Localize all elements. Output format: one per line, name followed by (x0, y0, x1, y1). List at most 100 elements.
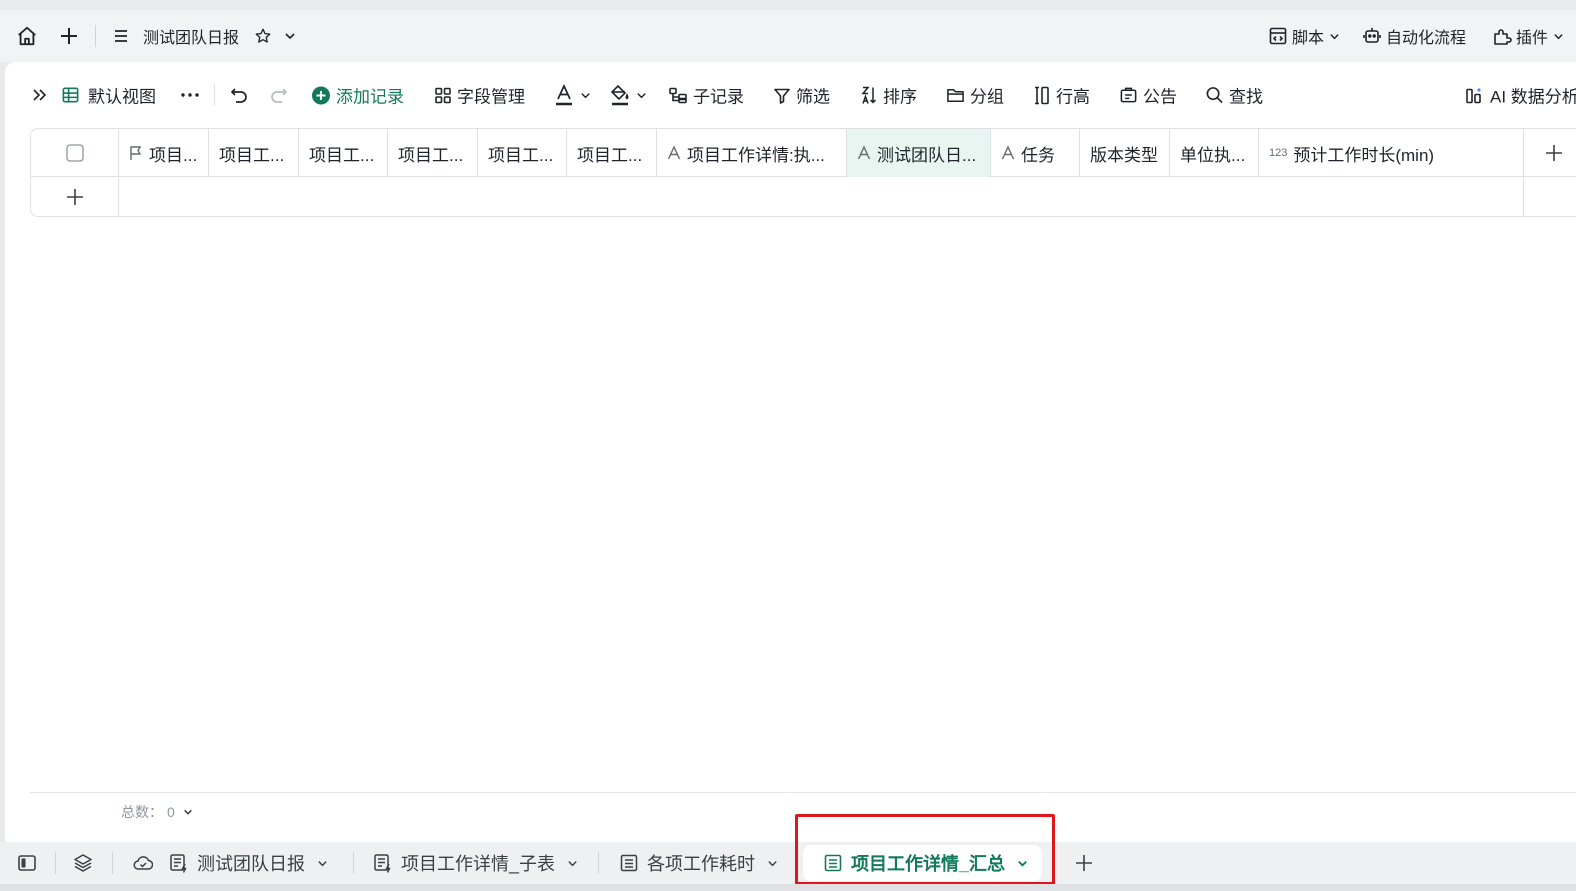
sheet-icon (619, 853, 639, 873)
top-bar: 测试团队日报 脚本 自动化流程 插件 (0, 10, 1576, 62)
column-label: 项目工... (488, 145, 554, 165)
chevron-down-icon (767, 858, 778, 869)
notice-label: 公告 (1143, 87, 1177, 107)
column-label: 项目工... (577, 145, 643, 165)
menu-icon[interactable] (109, 22, 133, 50)
checkbox-icon (65, 144, 84, 162)
chevron-down-icon (1553, 31, 1564, 42)
text-color-button[interactable] (554, 84, 591, 106)
search-icon (1205, 86, 1224, 105)
add-row-area[interactable] (119, 177, 1524, 216)
script-button[interactable]: 脚本 (1268, 24, 1340, 48)
divider (353, 852, 354, 874)
paint-bucket-icon (610, 84, 630, 106)
automation-button[interactable]: 自动化流程 (1362, 24, 1466, 48)
filter-button[interactable]: 筛选 (773, 83, 830, 108)
column-header[interactable]: 项目工... (478, 129, 567, 177)
text-icon (857, 145, 871, 161)
sub-record-icon (668, 86, 688, 104)
divider (112, 852, 113, 874)
row-height-button[interactable]: 行高 (1033, 83, 1090, 108)
field-manage-button[interactable]: 字段管理 (434, 83, 525, 108)
sub-records-label: 子记录 (693, 87, 744, 107)
search-label: 查找 (1229, 87, 1263, 107)
view-selector[interactable]: 默认视图 (61, 83, 156, 108)
group-button[interactable]: 分组 (946, 83, 1004, 108)
column-label: 测试团队日... (877, 145, 977, 165)
sheet-tab-work-time[interactable]: 各项工作耗时 (619, 842, 778, 884)
column-header[interactable]: 单位执... (1170, 129, 1259, 177)
group-label: 分组 (970, 87, 1004, 107)
sheet-tab-daily-report[interactable]: 测试团队日报 (169, 842, 328, 884)
star-icon[interactable] (251, 24, 275, 48)
home-icon[interactable] (13, 22, 41, 50)
redo-icon[interactable] (269, 85, 289, 105)
sub-records-button[interactable]: 子记录 (668, 83, 744, 108)
column-header-selected[interactable]: 测试团队日... (847, 129, 991, 177)
top-bar-left: 测试团队日报 (0, 10, 301, 62)
document-title[interactable]: 测试团队日报 (143, 24, 239, 48)
text-icon (1001, 145, 1015, 161)
column-label: 项目工... (398, 145, 464, 165)
add-sheet-button[interactable] (1074, 842, 1094, 884)
ai-analysis-button[interactable]: AI 数据分析 (1465, 83, 1576, 108)
layers-icon[interactable] (73, 842, 93, 884)
puzzle-icon (1492, 26, 1512, 46)
add-record-label: 添加记录 (336, 87, 404, 107)
column-header[interactable]: 项目工... (388, 129, 478, 177)
row-height-icon (1033, 85, 1051, 105)
chevron-down-icon (580, 90, 591, 101)
sort-label: 排序 (883, 87, 917, 107)
add-record-button[interactable]: 添加记录 (311, 83, 404, 108)
chevron-down-icon (636, 90, 647, 101)
expand-sidebar-icon[interactable] (31, 86, 49, 104)
undo-icon[interactable] (229, 85, 249, 105)
divider (30, 792, 1576, 793)
column-header[interactable]: 任务 (991, 129, 1080, 177)
record-count-value: 0 (167, 804, 175, 820)
sync-status-icon[interactable] (133, 842, 153, 884)
chevron-down-icon[interactable] (279, 24, 301, 48)
column-label: 项目工作详情:执... (687, 145, 825, 165)
column-header[interactable]: 项目工作详情:执... (657, 129, 847, 177)
automation-label: 自动化流程 (1385, 30, 1466, 47)
plugin-button[interactable]: 插件 (1492, 24, 1564, 48)
search-button[interactable]: 查找 (1205, 83, 1263, 108)
column-header[interactable]: 项目工... (299, 129, 388, 177)
plus-icon[interactable] (55, 22, 83, 50)
chevron-down-icon (317, 858, 328, 869)
sidebar-toggle-icon[interactable] (17, 842, 37, 884)
add-column-button[interactable] (1524, 129, 1576, 177)
chevron-down-icon (1329, 31, 1340, 42)
column-header[interactable]: 123 预计工作时长(min) (1259, 129, 1524, 177)
column-header[interactable]: 项目... (119, 129, 209, 177)
sheet-tab-project-detail-sub[interactable]: 项目工作详情_子表 (373, 842, 578, 884)
column-header[interactable]: 版本类型 (1080, 129, 1170, 177)
record-count[interactable]: 总数： 0 (121, 802, 193, 822)
select-all-checkbox[interactable] (31, 129, 119, 177)
add-row-button[interactable] (31, 177, 119, 216)
divider (214, 84, 215, 106)
sort-button[interactable]: 排序 (860, 83, 917, 108)
more-icon[interactable] (180, 92, 200, 98)
sheet-automation-icon (373, 853, 393, 873)
divider (598, 852, 599, 874)
column-header[interactable]: 项目工... (567, 129, 657, 177)
fill-color-button[interactable] (610, 84, 647, 106)
font-color-icon (554, 84, 574, 106)
sheet-icon (823, 853, 843, 873)
field-manage-label: 字段管理 (457, 87, 525, 107)
column-label: 项目... (149, 145, 198, 165)
column-label: 预计工作时长(min) (1293, 145, 1435, 165)
plus-circle-icon (311, 85, 331, 105)
sheet-tab-label: 项目工作详情_子表 (401, 854, 556, 874)
column-header[interactable]: 项目工... (209, 129, 299, 177)
view-toolbar: 默认视图 添加记录 字段管理 子记录 筛选 排序 分组 行高 公告 查找 AI … (5, 76, 1576, 114)
plus-icon (1076, 855, 1092, 871)
top-bar-right: 脚本 自动化流程 插件 (1268, 10, 1576, 62)
sheet-tab-project-detail-summary[interactable]: 项目工作详情_汇总 (803, 845, 1043, 881)
chevron-down-icon (1017, 858, 1028, 869)
notice-button[interactable]: 公告 (1119, 83, 1177, 108)
filter-icon (773, 86, 791, 104)
data-table: 项目... 项目工... 项目工... 项目工... 项目工... 项目工... (30, 128, 1576, 217)
